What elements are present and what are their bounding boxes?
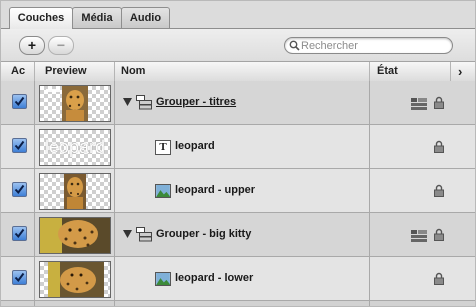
layer-preview-thumbnail	[39, 261, 111, 298]
column-state[interactable]: État	[377, 62, 398, 81]
layer-preview-thumbnail: leopard	[39, 129, 111, 166]
layer-row[interactable]: Grouper - titres	[1, 81, 475, 125]
column-separator	[369, 62, 370, 81]
column-line	[369, 81, 370, 306]
column-preview[interactable]: Preview	[45, 62, 87, 81]
remove-layer-button[interactable]: −	[48, 36, 74, 55]
text-preview: leopard	[44, 137, 106, 157]
column-separator	[114, 62, 115, 81]
layer-name[interactable]: Grouper - big kitty	[156, 213, 251, 256]
column-separator	[34, 62, 35, 81]
lock-icon[interactable]	[434, 96, 444, 109]
lock-icon[interactable]	[434, 184, 444, 197]
column-line	[34, 81, 35, 306]
column-active[interactable]: Ac	[11, 62, 25, 81]
layer-active-checkbox[interactable]	[12, 182, 27, 197]
column-more-button[interactable]: ›	[458, 62, 462, 81]
lock-icon[interactable]	[434, 228, 444, 241]
checkmark-icon	[14, 96, 25, 107]
group-icon	[136, 95, 152, 110]
layer-row[interactable]: leopard T leopard	[1, 125, 475, 169]
column-line	[114, 81, 115, 306]
leopard-image-icon	[40, 218, 110, 253]
image-layer-icon	[155, 272, 171, 286]
column-separator	[450, 62, 451, 81]
tab-bar: Couches Média Audio	[1, 7, 475, 29]
layer-active-checkbox[interactable]	[12, 226, 27, 241]
layer-name[interactable]: leopard	[175, 125, 215, 168]
text-layer-icon: T	[155, 140, 171, 155]
leopard-image-icon	[46, 86, 88, 121]
lock-icon[interactable]	[434, 272, 444, 285]
lock-icon[interactable]	[434, 140, 444, 153]
disclosure-triangle-icon[interactable]	[123, 230, 132, 238]
layer-name[interactable]: leopard - upper	[175, 169, 255, 212]
layer-active-checkbox[interactable]	[12, 270, 27, 285]
layer-active-checkbox[interactable]	[12, 138, 27, 153]
checkmark-icon	[14, 184, 25, 195]
leopard-image-icon	[48, 262, 104, 297]
layer-preview-thumbnail	[39, 217, 111, 254]
leopard-image-icon	[64, 174, 86, 209]
layers-panel: Couches Média Audio + − Ac Preview Nom É…	[0, 0, 476, 307]
layer-active-checkbox[interactable]	[12, 94, 27, 109]
layer-name[interactable]: leopard - lower	[175, 257, 253, 300]
column-header: Ac Preview Nom État ›	[1, 61, 475, 82]
toolbar: + −	[1, 29, 475, 60]
layer-preview-thumbnail	[39, 85, 111, 122]
column-name[interactable]: Nom	[121, 62, 145, 81]
layer-row[interactable]: Grouper - big kitty	[1, 213, 475, 257]
search-input[interactable]	[301, 38, 446, 53]
disclosure-triangle-icon[interactable]	[123, 98, 132, 106]
layer-row[interactable]: leopard - lower	[1, 257, 475, 301]
layer-name[interactable]: Grouper - titres	[156, 81, 236, 124]
checkmark-icon	[14, 272, 25, 283]
stack-icon[interactable]	[411, 98, 427, 110]
tab-audio[interactable]: Audio	[121, 7, 170, 28]
checkmark-icon	[14, 140, 25, 151]
layer-list: Grouper - titres leopard T leopard leopa…	[1, 81, 475, 306]
tab-couches[interactable]: Couches	[9, 7, 73, 29]
group-icon	[136, 227, 152, 242]
checkmark-icon	[14, 228, 25, 239]
stack-icon[interactable]	[411, 230, 427, 242]
tab-media[interactable]: Média	[72, 7, 122, 28]
add-layer-button[interactable]: +	[19, 36, 45, 55]
layer-preview-thumbnail	[39, 173, 111, 210]
layer-row[interactable]: leopard - upper	[1, 169, 475, 213]
image-layer-icon	[155, 184, 171, 198]
search-icon	[289, 40, 300, 51]
search-field[interactable]	[284, 37, 453, 54]
